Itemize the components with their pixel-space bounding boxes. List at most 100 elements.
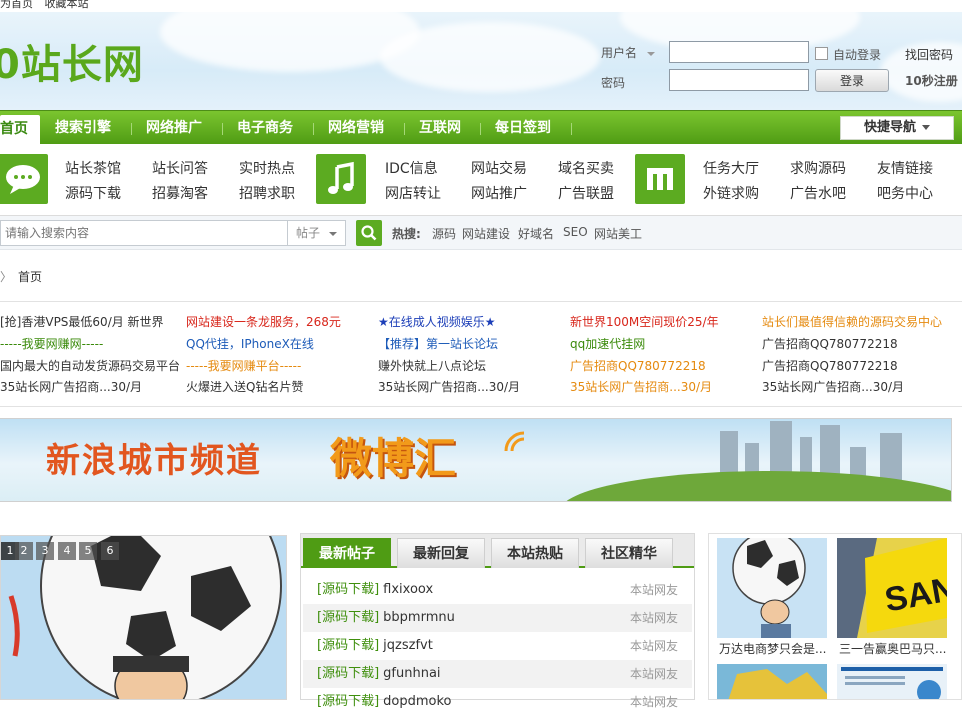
slide-number[interactable]: 2 [15, 542, 33, 560]
text-ad-link[interactable]: -----我要网赚网----- [0, 335, 103, 352]
post-title[interactable]: jqzszfvt [383, 638, 433, 653]
remember-checkbox[interactable] [815, 47, 828, 60]
text-ad-link[interactable]: 站长们最值得信赖的源码交易中心 [762, 313, 942, 330]
breadcrumb-home[interactable]: 首页 [18, 270, 42, 284]
thumb-caption[interactable]: 万达电商梦只会是... [719, 640, 826, 657]
post-category[interactable]: [源码下载] [317, 638, 379, 653]
post-title[interactable]: flxixoox [383, 582, 433, 597]
text-ad-link[interactable]: [抢]香港VPS最低60/月 新世界 [0, 313, 164, 330]
cat-link-tasks[interactable]: 任务大厅 [703, 158, 759, 178]
forgot-password-link[interactable]: 找回密码 [905, 46, 953, 63]
text-ad-link[interactable]: 35站长网广告招商...30/月 [570, 378, 712, 395]
text-ad-link[interactable]: 赚外快就上八点论坛 [378, 357, 486, 374]
post-category[interactable]: [源码下载] [317, 666, 379, 681]
register-link[interactable]: 10秒注册 [905, 72, 958, 89]
image-slideshow[interactable]: 1 2 3 4 5 6 [0, 535, 287, 700]
set-home-link[interactable]: 为首页 [0, 0, 33, 10]
cat-link-ad-bar[interactable]: 广告水吧 [790, 183, 846, 203]
text-ad-link[interactable]: 新世界100M空间现价25/年 [570, 313, 719, 330]
hot-link[interactable]: 网站美工 [594, 225, 642, 242]
text-ad-link[interactable]: 35站长网广告招商...30/月 [0, 378, 142, 395]
text-ad-link[interactable]: ★在线成人视频娱乐★ [378, 313, 496, 330]
text-ad-link[interactable]: 网站建设一条龙服务，268元 [186, 313, 341, 330]
text-ad-link[interactable]: 35站长网广告招商...30/月 [378, 378, 520, 395]
slide-number[interactable]: 5 [79, 542, 97, 560]
nav-marketing[interactable]: 网络营销 [328, 111, 384, 145]
quick-nav-button[interactable]: 快捷导航 [840, 116, 954, 140]
slide-number[interactable]: 3 [36, 542, 54, 560]
post-category[interactable]: [源码下载] [317, 610, 379, 625]
cat-link-hot[interactable]: 实时热点 [239, 158, 295, 178]
slide-number[interactable]: 6 [101, 542, 119, 560]
text-ad-link[interactable]: -----我要网赚平台----- [186, 357, 301, 374]
cat-link-ad-union[interactable]: 广告联盟 [558, 183, 614, 203]
cat-link-jobs[interactable]: 招聘求职 [239, 183, 295, 203]
hot-link[interactable]: 源码 [432, 225, 456, 242]
cat-link-taoke[interactable]: 招募淘客 [152, 183, 208, 203]
text-ad-link[interactable]: 35站长网广告招商...30/月 [762, 378, 904, 395]
post-author: 本站网友 [629, 583, 678, 597]
cat-link-backlinks[interactable]: 外链求购 [703, 183, 759, 203]
text-ad-link[interactable]: 广告招商QQ780772218 [762, 335, 898, 352]
post-title[interactable]: dopdmoko [383, 694, 451, 709]
nav-promotion[interactable]: 网络推广 [146, 111, 202, 145]
login-button[interactable]: 登录 [815, 69, 889, 92]
cat-link-chat[interactable]: 站长茶馆 [65, 158, 121, 178]
tab-community-best[interactable]: 社区精华 [585, 538, 673, 568]
search-input[interactable] [0, 220, 288, 246]
nav-search-engine[interactable]: 搜索引擎 [55, 111, 111, 145]
remember-label: 自动登录 [833, 48, 882, 62]
cat-link-domain[interactable]: 域名买卖 [558, 158, 614, 178]
slide-number[interactable]: 4 [58, 542, 76, 560]
post-row[interactable]: [源码下载] dopdmoko 本站网友 [303, 688, 692, 716]
cat-link-admin-center[interactable]: 吧务中心 [877, 183, 933, 203]
post-row[interactable]: [源码下载] jqzszfvt 本站网友 [303, 632, 692, 660]
thumb-image-map[interactable] [717, 664, 827, 699]
text-ad-link[interactable]: 广告招商QQ780772218 [762, 357, 898, 374]
thumb-image-notice[interactable] [837, 664, 947, 699]
promo-banner[interactable]: 新浪城市频道 微博汇 [0, 418, 952, 502]
text-ad-link[interactable]: 火爆进入送Q钻名片赞 [186, 378, 303, 395]
chat-bubble-icon [0, 154, 48, 204]
text-ad-link[interactable]: 【推荐】第一站长论坛 [378, 335, 498, 352]
hot-link[interactable]: SEO [563, 225, 588, 239]
thumb-image-sany[interactable]: SANY [837, 538, 947, 638]
cat-link-buy-source[interactable]: 求购源码 [790, 158, 846, 178]
search-button[interactable] [356, 220, 382, 246]
tab-hot-posts[interactable]: 本站热贴 [491, 538, 579, 568]
post-title[interactable]: gfunhnai [383, 666, 440, 681]
tab-latest-replies[interactable]: 最新回复 [397, 538, 485, 568]
text-ad-link[interactable]: 广告招商QQ780772218 [570, 357, 706, 374]
text-ad-link[interactable]: qq加速代挂网 [570, 335, 645, 352]
nav-daily-signin[interactable]: 每日签到 [495, 111, 551, 145]
cat-link-friend-links[interactable]: 友情链接 [877, 158, 933, 178]
post-category[interactable]: [源码下载] [317, 582, 379, 597]
thumb-image-wanda[interactable] [717, 538, 827, 638]
username-input[interactable] [669, 41, 809, 63]
cat-link-site-trade[interactable]: 网站交易 [471, 158, 527, 178]
cat-link-idc[interactable]: IDC信息 [385, 158, 438, 178]
post-title[interactable]: bbpmrmnu [383, 610, 455, 625]
text-ad-link[interactable]: 国内最大的自动发货源码交易平台 [0, 357, 180, 374]
post-category[interactable]: [源码下载] [317, 694, 379, 709]
search-type-select[interactable]: 帖子 [288, 220, 346, 246]
post-row[interactable]: [源码下载] flxixoox 本站网友 [303, 576, 692, 604]
thumb-caption[interactable]: 三一告赢奥巴马只... [839, 640, 946, 657]
hot-link[interactable]: 好域名 [518, 225, 554, 242]
cat-link-qa[interactable]: 站长问答 [152, 158, 208, 178]
site-logo[interactable]: 0站长网 [0, 42, 144, 88]
cat-link-shop-transfer[interactable]: 网店转让 [385, 183, 441, 203]
post-row[interactable]: [源码下载] bbpmrmnu 本站网友 [303, 604, 692, 632]
text-ad-link[interactable]: QQ代挂，IPhoneX在线 [186, 335, 314, 352]
password-input[interactable] [669, 69, 809, 91]
nav-internet[interactable]: 互联网 [419, 111, 461, 145]
hot-link[interactable]: 网站建设 [462, 225, 510, 242]
nav-home[interactable]: 首页 [0, 115, 40, 145]
post-row[interactable]: [源码下载] gfunhnai 本站网友 [303, 660, 692, 688]
nav-ecommerce[interactable]: 电子商务 [237, 111, 293, 145]
cat-link-promote[interactable]: 网站推广 [471, 183, 527, 203]
cat-link-source[interactable]: 源码下载 [65, 183, 121, 203]
chevron-down-icon[interactable] [646, 51, 655, 56]
tab-latest-posts[interactable]: 最新帖子 [303, 538, 391, 568]
bookmark-link[interactable]: 收藏本站 [45, 0, 89, 10]
